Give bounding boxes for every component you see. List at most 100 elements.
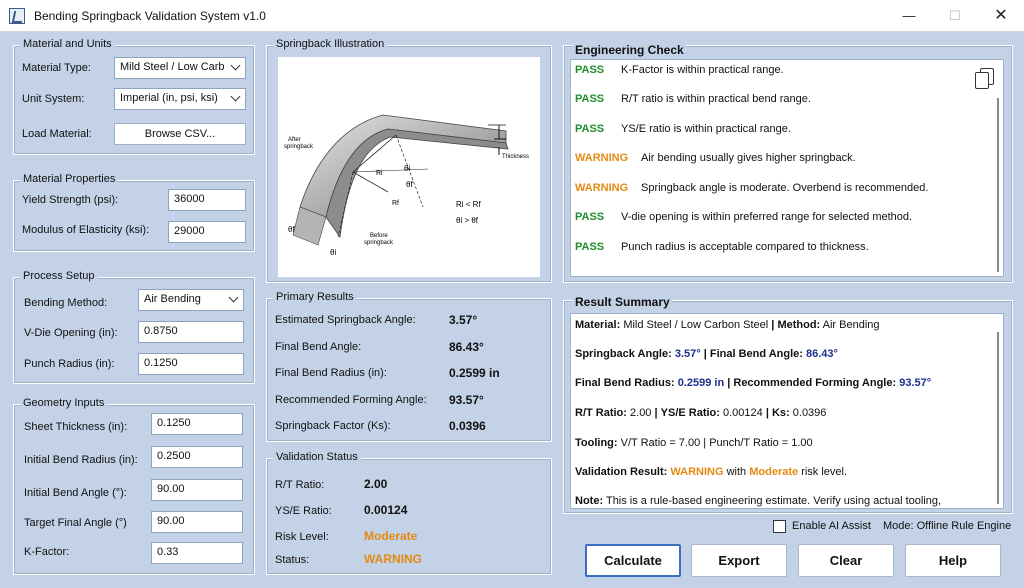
summary-value: Mild Steel / Low Carbon Steel (623, 319, 769, 331)
summary-key: Springback Angle: (575, 348, 672, 360)
punch-radius-field[interactable]: 0.1250 (138, 353, 244, 375)
check-row: PASS YS/E ratio is within practical range… (575, 123, 791, 135)
engineering-check-list[interactable]: PASS K-Factor is within practical range. … (570, 59, 1004, 277)
close-button[interactable]: ✕ (978, 0, 1024, 32)
risk-level-value: Moderate (364, 529, 418, 543)
initial-angle-label: Initial Bend Angle (°): (24, 487, 127, 499)
result-summary-group: Result Summary Material: Mild Steel / Lo… (563, 295, 1013, 514)
group-title: Process Setup (20, 270, 98, 282)
maximize-button[interactable]: ☐ (932, 0, 978, 32)
check-row: PASS Punch radius is acceptable compared … (575, 241, 869, 253)
yield-strength-field[interactable]: 36000 (168, 189, 246, 211)
group-title: Validation Status (273, 451, 361, 463)
bending-method-select[interactable]: Air Bending (138, 289, 244, 311)
sheet-thickness-label: Sheet Thickness (in): (24, 421, 128, 433)
material-type-select[interactable]: Mild Steel / Low Carbon Steel (114, 57, 246, 79)
check-text: Springback angle is moderate. Overbend i… (641, 182, 929, 194)
summary-line: R/T Ratio: 2.00 | YS/E Ratio: 0.00124 | … (575, 407, 826, 419)
summary-value: 86.43° (806, 348, 838, 360)
scrollbar[interactable] (997, 98, 999, 272)
pass-badge: PASS (575, 241, 605, 253)
target-angle-field[interactable]: 90.00 (151, 511, 243, 533)
material-type-label: Material Type: (22, 62, 91, 74)
initial-radius-label: Initial Bend Radius (in): (24, 454, 138, 466)
summary-value: risk level. (801, 466, 848, 478)
mode-label: Mode: Offline Rule Engine (883, 520, 1012, 532)
load-material-label: Load Material: (22, 128, 92, 140)
group-title: Primary Results (273, 291, 357, 303)
unit-system-select[interactable]: Imperial (in, psi, ksi) (114, 88, 246, 110)
modulus-label: Modulus of Elasticity (ksi): (22, 224, 150, 236)
initial-radius-field[interactable]: 0.2500 (151, 446, 243, 468)
summary-risk: Moderate (749, 466, 799, 478)
summary-separator: | (703, 348, 707, 360)
result-label: Estimated Springback Angle: (275, 314, 416, 326)
summary-value: 93.57° (899, 377, 932, 389)
calculate-button[interactable]: Calculate (585, 544, 681, 577)
check-row: PASS K-Factor is within practical range. (575, 64, 784, 76)
group-title: Geometry Inputs (20, 397, 108, 409)
springback-illustration: Thickness After springback Before spring… (278, 57, 540, 277)
modulus-field[interactable]: 29000 (168, 221, 246, 243)
sheet-thickness-field[interactable]: 0.1250 (151, 413, 243, 435)
title-bar: Bending Springback Validation System v1.… (0, 0, 1024, 32)
check-row: WARNING Air bending usually gives higher … (575, 152, 856, 164)
theta-i-label: θi (404, 164, 410, 173)
k-factor-label: K-Factor: (24, 546, 70, 558)
k-factor-field[interactable]: 0.33 (151, 542, 243, 564)
summary-separator: | (765, 407, 769, 419)
validation-status-group: Validation Status R/T Ratio: 2.00 YS/E R… (266, 451, 552, 575)
thickness-label: Thickness (502, 154, 529, 160)
ri-label: Ri (376, 170, 383, 177)
summary-key: Validation Result: (575, 466, 668, 478)
primary-results-group: Primary Results Estimated Springback Ang… (266, 291, 552, 442)
summary-line: Material: Mild Steel / Low Carbon Steel … (575, 319, 880, 331)
summary-value: 0.0396 (792, 407, 827, 419)
ai-assist-label: Enable AI Assist (792, 520, 871, 532)
summary-key: R/T Ratio: (575, 407, 627, 419)
status-label: Status: (275, 554, 310, 566)
summary-value: with (726, 466, 747, 478)
summary-key: Note: (575, 495, 604, 507)
check-text: YS/E ratio is within practical range. (621, 123, 791, 135)
minimize-button[interactable]: — (886, 0, 932, 32)
result-summary-text[interactable]: Material: Mild Steel / Low Carbon Steel … (570, 313, 1004, 509)
yse-ratio-label: YS/E Ratio: (275, 505, 332, 517)
theta-f-label: θf (406, 180, 413, 189)
summary-key: Ks: (771, 407, 790, 419)
illustration-group: Springback Illustration Thickness After … (266, 38, 552, 283)
summary-line: Note: This is a rule-based engineering e… (575, 495, 941, 507)
result-label: Final Bend Angle: (275, 341, 362, 353)
before-label: Before (370, 233, 388, 239)
chevron-down-icon (231, 92, 241, 102)
help-button[interactable]: Help (905, 544, 1001, 577)
after-label-2: springback (284, 144, 314, 150)
bending-method-value: Air Bending (144, 293, 201, 305)
check-text: R/T ratio is within practical bend range… (621, 93, 811, 105)
summary-line: Final Bend Radius: 0.2599 in | Recommend… (575, 377, 931, 389)
group-title: Material and Units (20, 38, 115, 50)
summary-key: YS/E Ratio: (660, 407, 720, 419)
rf-label: Rf (392, 200, 399, 207)
check-row: PASS R/T ratio is within practical bend r… (575, 93, 811, 105)
browse-csv-button[interactable]: Browse CSV... (114, 123, 246, 145)
clear-button[interactable]: Clear (798, 544, 894, 577)
material-type-value: Mild Steel / Low Carbon Steel (120, 61, 224, 73)
scrollbar[interactable] (997, 332, 999, 504)
engineering-check-title: Engineering Check (573, 43, 686, 57)
yield-strength-label: Yield Strength (psi): (22, 194, 119, 206)
ai-assist-checkbox[interactable] (773, 520, 786, 533)
summary-value: This is a rule-based engineering estimat… (605, 495, 942, 507)
summary-status: WARNING (670, 466, 724, 478)
export-button[interactable]: Export (691, 544, 787, 577)
vdie-field[interactable]: 0.8750 (138, 321, 244, 343)
summary-value: 2.00 (630, 407, 652, 419)
copy-icon[interactable] (975, 68, 995, 90)
geometry-inputs-group: Geometry Inputs Sheet Thickness (in): 0.… (13, 397, 255, 575)
rt-ratio-value: 2.00 (364, 477, 388, 491)
summary-value: 0.2599 in (677, 377, 725, 389)
initial-angle-field[interactable]: 90.00 (151, 479, 243, 501)
result-label: Springback Factor (Ks): (275, 420, 391, 432)
summary-line: Validation Result: WARNING with Moderate… (575, 466, 847, 478)
result-label: Recommended Forming Angle: (275, 394, 427, 406)
